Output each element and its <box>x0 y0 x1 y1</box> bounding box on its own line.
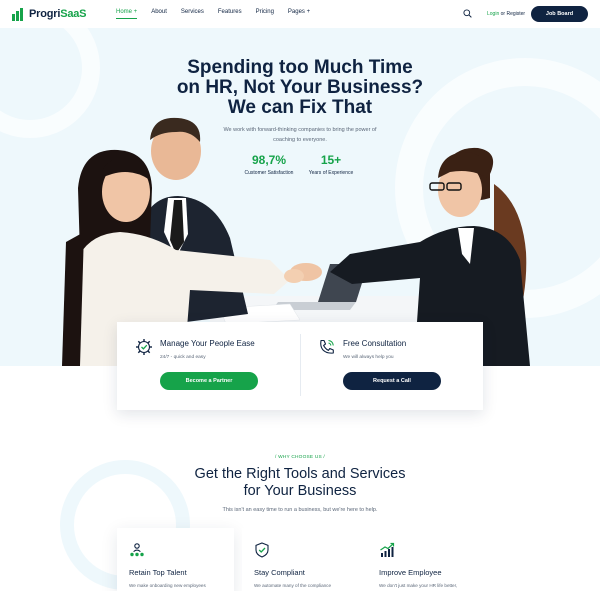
logo-icon <box>12 7 25 21</box>
nav-item-services[interactable]: Services <box>181 9 204 19</box>
team-icon <box>130 543 144 557</box>
feature-card-retain[interactable]: Retain Top Talent We make onboarding new… <box>117 528 234 591</box>
logo-text: ProgriSaaS <box>29 8 87 20</box>
service-free-consultation: Free Consultation We will always help yo… <box>300 322 483 410</box>
feature-title: Improve Employee <box>379 568 442 577</box>
hero-section: Spending too Much Time on HR, Not Your B… <box>0 28 600 366</box>
feature-desc: We don't just make your HR life better, <box>379 583 458 588</box>
nav-item-pricing[interactable]: Pricing <box>256 9 274 19</box>
service-desc: 24/7 - quick and easy <box>160 355 206 360</box>
feature-desc: We make onboarding new employees <box>129 583 206 588</box>
site-header: ProgriSaaS Home + About Services Feature… <box>0 0 600 28</box>
login-link[interactable]: Login <box>487 11 499 17</box>
become-partner-button[interactable]: Become a Partner <box>160 372 258 390</box>
auth-links: Login or Register <box>487 11 525 17</box>
service-desc: We will always help you <box>343 355 394 360</box>
shield-check-icon <box>255 542 269 558</box>
service-title: Manage Your People Ease <box>160 339 255 348</box>
nav-item-pages[interactable]: Pages + <box>288 9 310 19</box>
feature-card-compliant[interactable]: Stay Compliant We automate many of the c… <box>242 528 359 591</box>
services-card: Manage Your People Ease 24/7 - quick and… <box>117 322 483 410</box>
job-board-button[interactable]: Job Board <box>531 6 588 22</box>
feature-desc: We automate many of the compliance <box>254 583 332 588</box>
logo[interactable]: ProgriSaaS <box>12 6 87 22</box>
section-kicker: / WHY CHOOSE US / <box>275 455 325 460</box>
auth-separator: or <box>500 11 506 17</box>
phone-icon <box>320 339 334 354</box>
feature-title: Retain Top Talent <box>129 568 187 577</box>
nav-item-home[interactable]: Home + <box>116 9 137 19</box>
settings-check-icon <box>136 339 152 355</box>
section-subtitle: This isn't an easy time to run a busines… <box>222 507 378 513</box>
service-manage-people: Manage Your People Ease 24/7 - quick and… <box>117 322 300 410</box>
feature-title: Stay Compliant <box>254 568 305 577</box>
growth-chart-icon <box>380 542 395 557</box>
service-title: Free Consultation <box>343 339 407 348</box>
section-title: Get the Right Tools and Services for You… <box>194 466 406 499</box>
hero-handshake-photo <box>62 117 530 366</box>
main-nav: Home + About Services Features Pricing P… <box>116 9 324 19</box>
request-call-button[interactable]: Request a Call <box>343 372 441 390</box>
nav-item-features[interactable]: Features <box>218 9 242 19</box>
feature-card-improve[interactable]: Improve Employee We don't just make your… <box>367 528 484 591</box>
register-link[interactable]: Register <box>506 11 525 17</box>
nav-item-about[interactable]: About <box>151 9 167 19</box>
search-icon[interactable] <box>463 9 472 18</box>
